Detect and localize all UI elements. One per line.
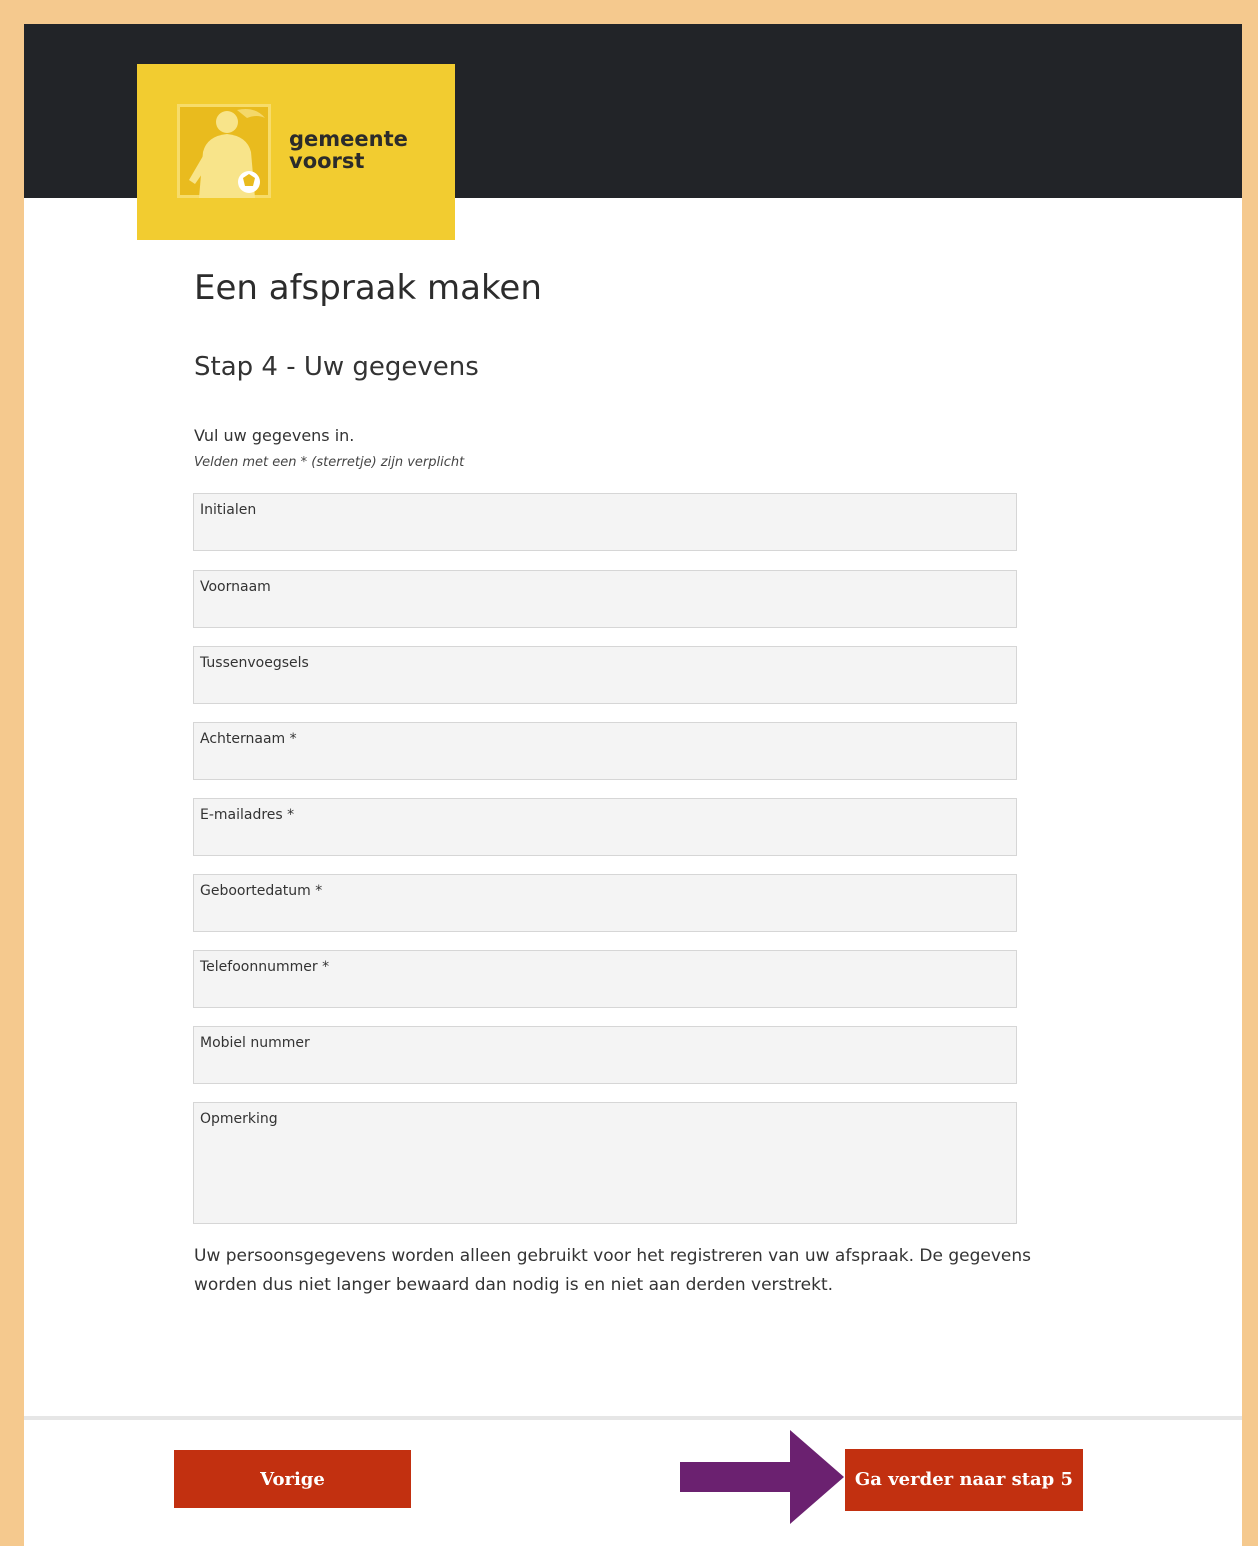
- footer-divider: [24, 1416, 1242, 1420]
- next-step-button[interactable]: Ga verder naar stap 5: [845, 1449, 1083, 1511]
- mobile-field[interactable]: Mobiel nummer: [193, 1026, 1017, 1084]
- right-arrow-icon: [680, 1430, 844, 1524]
- person-with-ball-icon: [177, 104, 271, 198]
- field-label: Geboortedatum *: [200, 883, 323, 899]
- gemeente-voorst-logo[interactable]: gemeente voorst: [137, 64, 455, 240]
- intro-text: Vul uw gegevens in.: [194, 426, 355, 445]
- phone-field[interactable]: Telefoonnummer *: [193, 950, 1017, 1008]
- field-label: Achternaam *: [200, 731, 297, 747]
- infix-field[interactable]: Tussenvoegsels: [193, 646, 1017, 704]
- page-frame: gemeente voorst Een afspraak maken Stap …: [24, 24, 1242, 1546]
- field-label: E-mailadres *: [200, 807, 295, 823]
- step-title: Stap 4 - Uw gegevens: [194, 352, 479, 382]
- initials-field[interactable]: Initialen: [193, 493, 1017, 551]
- birthdate-field[interactable]: Geboortedatum *: [193, 874, 1017, 932]
- remark-textarea[interactable]: Opmerking: [193, 1102, 1017, 1224]
- required-note: Velden met een * (sterretje) zijn verpli…: [194, 455, 465, 470]
- page-title: Een afspraak maken: [194, 268, 542, 308]
- previous-button[interactable]: Vorige: [174, 1450, 411, 1508]
- field-label: Opmerking: [200, 1111, 278, 1127]
- logo-line-2: voorst: [289, 149, 365, 173]
- field-label: Mobiel nummer: [200, 1035, 310, 1051]
- privacy-text: Uw persoonsgegevens worden alleen gebrui…: [194, 1246, 1032, 1295]
- last-name-field[interactable]: Achternaam *: [193, 722, 1017, 780]
- logo-line-1: gemeente: [289, 127, 408, 151]
- field-label: Initialen: [200, 502, 257, 518]
- email-field[interactable]: E-mailadres *: [193, 798, 1017, 856]
- field-label: Voornaam: [200, 579, 271, 595]
- logo-text: gemeente voorst: [289, 128, 408, 172]
- first-name-field[interactable]: Voornaam: [193, 570, 1017, 628]
- field-label: Telefoonnummer *: [200, 959, 330, 975]
- field-label: Tussenvoegsels: [200, 655, 309, 671]
